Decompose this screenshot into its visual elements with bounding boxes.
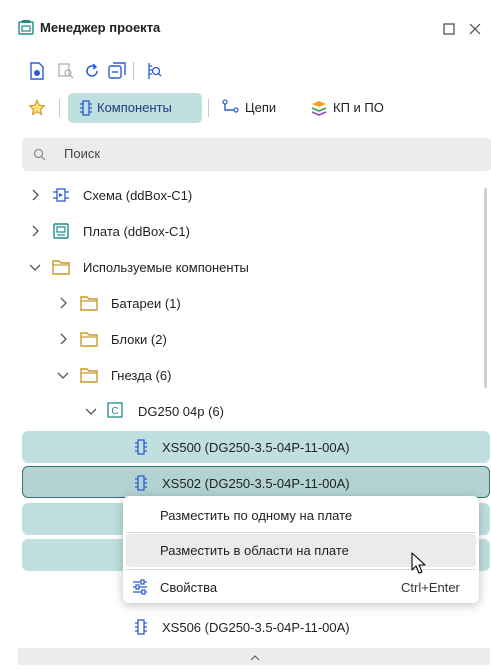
tree-item-xs506[interactable]: XS506 (DG250-3.5-04P-11-00A) — [162, 620, 350, 635]
tree-item-xs500: XS500 (DG250-3.5-04P-11-00A) — [162, 440, 350, 455]
component-type-icon: C — [107, 402, 123, 421]
chevron-down-icon[interactable] — [84, 404, 98, 418]
document-settings-icon[interactable] — [29, 62, 45, 83]
tab-nets[interactable]: Цепи — [245, 100, 276, 115]
search-placeholder: Поиск — [64, 146, 101, 161]
board-icon — [52, 222, 70, 243]
maximize-icon — [443, 23, 455, 35]
panel-title: Менеджер проекта — [40, 20, 161, 35]
chevron-up-icon[interactable] — [249, 651, 261, 666]
collapse-all-icon[interactable] — [108, 62, 126, 83]
star-icon[interactable] — [28, 99, 46, 120]
chevron-down-icon[interactable] — [56, 368, 70, 382]
refresh-icon[interactable] — [84, 63, 100, 82]
tree-item-sockets[interactable]: Гнезда (6) — [111, 368, 171, 383]
folder-icon — [80, 367, 98, 386]
layers-icon — [310, 99, 328, 120]
close-icon — [469, 23, 481, 35]
properties-shortcut: Ctrl+Enter — [401, 580, 460, 595]
chevron-right-icon[interactable] — [56, 296, 70, 310]
component-icon — [134, 618, 148, 639]
search-icon — [33, 148, 46, 164]
chevron-down-icon[interactable] — [28, 260, 42, 274]
menu-item-place-area[interactable]: Разместить в области на плате — [160, 543, 349, 558]
nets-icon — [222, 99, 240, 120]
tree-item-schema[interactable]: Схема (ddBox-C1) — [83, 188, 192, 203]
project-manager-icon — [18, 19, 34, 38]
tab-components-label: Компоненты — [97, 100, 172, 115]
menu-item-properties[interactable]: Свойства — [160, 580, 217, 595]
vertical-scrollbar[interactable] — [484, 188, 487, 388]
mouse-cursor-icon — [411, 552, 427, 579]
folder-icon — [80, 331, 98, 350]
tree-item-dg250[interactable]: DG250 04р (6) — [138, 404, 224, 419]
properties-icon — [132, 579, 148, 598]
schematic-icon — [52, 186, 70, 207]
tree-item-used-components[interactable]: Используемые компоненты — [83, 260, 249, 275]
svg-text:C: C — [111, 406, 118, 417]
tree-item-blocks[interactable]: Блоки (2) — [111, 332, 167, 347]
chevron-right-icon[interactable] — [28, 224, 42, 238]
folder-icon — [52, 259, 70, 278]
tree-item-batteries[interactable]: Батареи (1) — [111, 296, 181, 311]
component-icon — [134, 474, 148, 495]
menu-item-place-one[interactable]: Разместить по одному на плате — [160, 508, 352, 523]
close-button[interactable] — [465, 19, 485, 39]
component-icon — [134, 438, 148, 459]
menu-separator — [126, 532, 476, 533]
tree-item-board[interactable]: Плата (ddBox-C1) — [83, 224, 190, 239]
tree-item-xs502: XS502 (DG250-3.5-04P-11-00A) — [162, 476, 350, 491]
chevron-right-icon[interactable] — [56, 332, 70, 346]
folder-icon — [80, 295, 98, 314]
zoom-fit-icon — [58, 63, 74, 82]
find-component-icon[interactable] — [146, 62, 162, 83]
maximize-button[interactable] — [439, 19, 459, 39]
chevron-right-icon[interactable] — [28, 188, 42, 202]
component-icon — [79, 99, 93, 120]
tab-pads-vias[interactable]: КП и ПО — [333, 100, 384, 115]
